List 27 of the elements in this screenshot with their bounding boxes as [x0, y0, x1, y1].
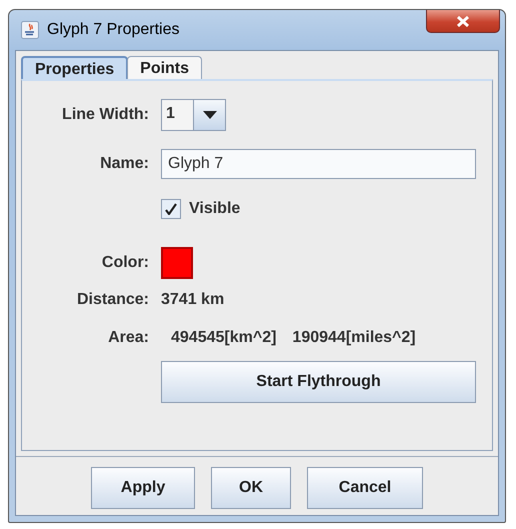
- flythrough-button[interactable]: Start Flythrough: [161, 361, 476, 403]
- distance-value: 3741 km: [161, 291, 226, 309]
- dialog-button[interactable]: OK: [211, 467, 291, 509]
- name-field[interactable]: Glyph 7: [161, 149, 476, 179]
- area-value: 190944[miles^2]: [292, 329, 416, 347]
- tab[interactable]: Properties: [21, 56, 128, 79]
- dialog-button[interactable]: Apply: [91, 467, 195, 509]
- dialog-button[interactable]: Cancel: [307, 467, 423, 509]
- tab[interactable]: Points: [127, 56, 202, 79]
- window-title: Glyph 7 Properties: [47, 21, 180, 39]
- app-icon: [21, 21, 39, 39]
- combo-value: 1: [162, 100, 193, 130]
- field-label: Distance:: [76, 291, 149, 309]
- field-label: Line Width:: [62, 106, 149, 124]
- checkbox[interactable]: [161, 199, 181, 219]
- area-value: 494545[km^2]: [171, 329, 276, 347]
- combo-box[interactable]: 1: [161, 99, 226, 131]
- checkbox-label: Visible: [189, 200, 240, 218]
- close-icon: [456, 16, 470, 26]
- field-label: Color:: [102, 254, 149, 272]
- field-label: Name:: [100, 155, 149, 173]
- field-label: Area:: [108, 329, 149, 347]
- caret-icon: [202, 111, 216, 119]
- dropdown-button[interactable]: [193, 100, 225, 130]
- close-button[interactable]: [426, 10, 500, 33]
- check-icon: [165, 203, 177, 215]
- color-swatch[interactable]: [161, 247, 193, 279]
